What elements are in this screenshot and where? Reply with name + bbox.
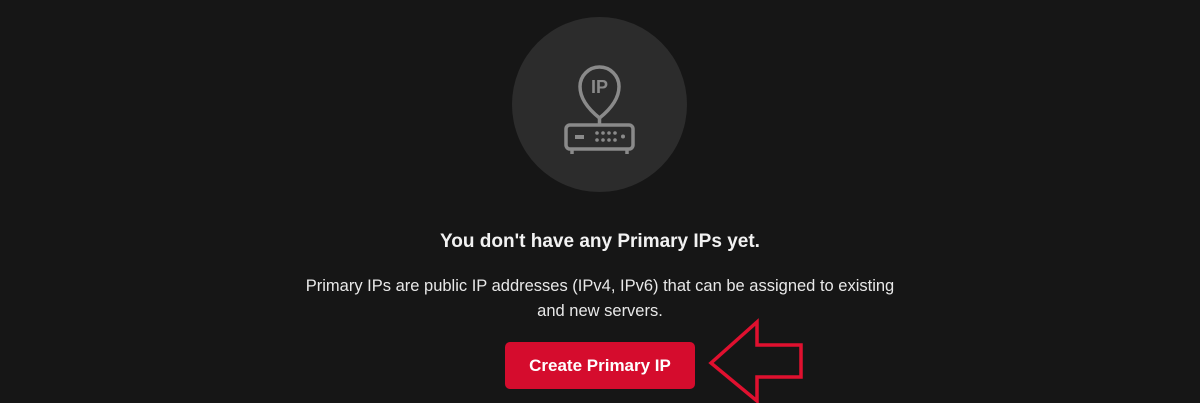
empty-state-title: You don't have any Primary IPs yet. [440, 231, 760, 252]
empty-state-description-line1: Primary IPs are public IP addresses (IPv… [305, 277, 895, 295]
empty-state-description-line2: and new servers. [537, 302, 663, 320]
annotation-arrow-icon [708, 318, 803, 403]
ip-badge-text: IP [591, 77, 608, 97]
ip-router-icon: IP [564, 65, 635, 154]
empty-state-description: Primary IPs are public IP addresses (IPv… [270, 274, 930, 324]
empty-state-illustration: IP [512, 17, 687, 192]
empty-state: IP You don't have any Primary IPs yet. P… [0, 0, 1200, 403]
create-primary-ip-button[interactable]: Create Primary IP [505, 342, 695, 389]
